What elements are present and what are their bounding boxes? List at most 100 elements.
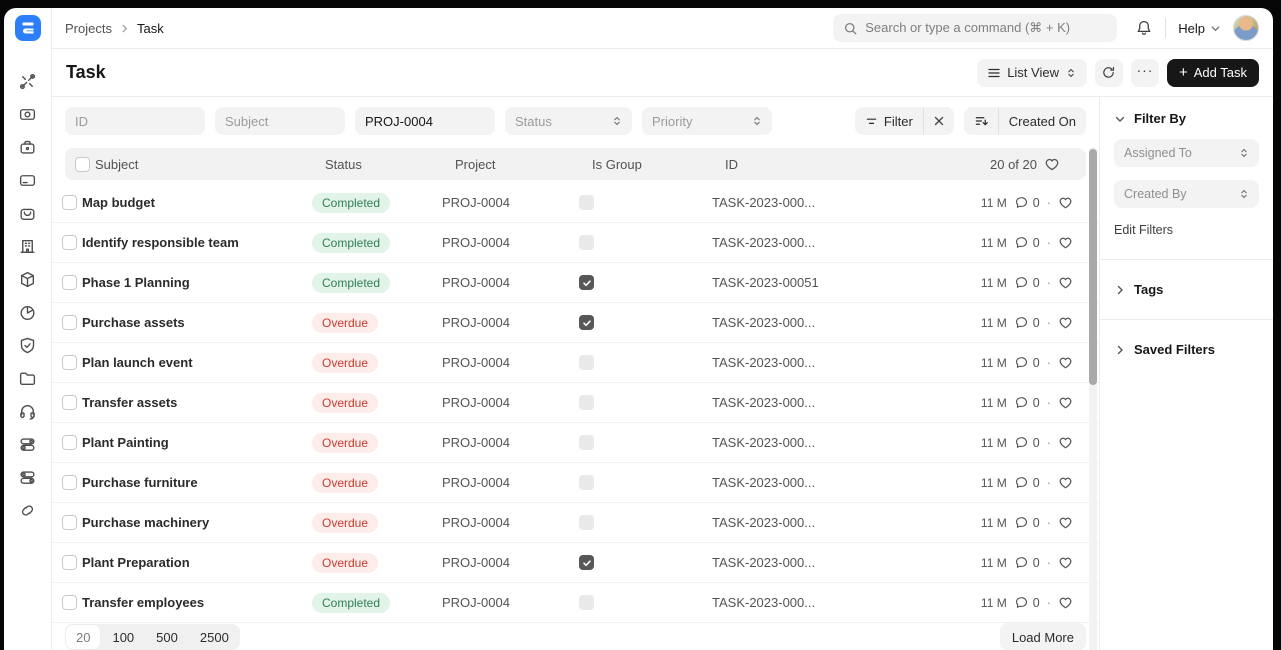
headset-icon[interactable] [18,402,38,422]
toggles-alt-icon[interactable] [18,468,38,488]
edit-filters-link[interactable]: Edit Filters [1114,223,1259,237]
task-subject[interactable]: Purchase assets [82,315,312,330]
assigned-to-select[interactable]: Assigned To [1114,139,1259,167]
row-checkbox[interactable] [62,595,77,610]
saved-filters-section-toggle[interactable]: Saved Filters [1114,342,1259,357]
subject-filter-input[interactable] [215,107,345,135]
sort-direction-button[interactable] [964,107,998,135]
like-icon[interactable] [1058,195,1073,210]
is-group-checkbox[interactable] [579,395,594,410]
row-checkbox[interactable] [62,555,77,570]
is-group-checkbox[interactable] [579,355,594,370]
like-icon[interactable] [1058,395,1073,410]
page-size-20[interactable]: 20 [65,624,101,650]
is-group-checkbox[interactable] [579,555,594,570]
is-group-checkbox[interactable] [579,315,594,330]
like-icon[interactable] [1058,235,1073,250]
like-icon[interactable] [1058,555,1073,570]
is-group-checkbox[interactable] [579,475,594,490]
row-checkbox[interactable] [62,355,77,370]
building-icon[interactable] [18,237,38,257]
is-group-checkbox[interactable] [579,435,594,450]
page-size-2500[interactable]: 2500 [189,624,240,650]
erpnext-logo-icon[interactable] [15,15,41,41]
user-avatar[interactable] [1233,15,1259,41]
project-filter-input[interactable] [355,107,495,135]
row-checkbox[interactable] [62,275,77,290]
row-checkbox[interactable] [62,395,77,410]
task-row[interactable]: Identify responsible team Completed PROJ… [52,223,1099,263]
status-filter-select[interactable]: Status [505,107,632,135]
page-size-100[interactable]: 100 [101,624,145,650]
task-subject[interactable]: Plant Painting [82,435,312,450]
task-row[interactable]: Transfer employees Completed PROJ-0004 T… [52,583,1099,623]
column-header-subject[interactable]: Subject [95,157,325,172]
help-menu[interactable]: Help [1178,21,1221,36]
priority-filter-select[interactable]: Priority [642,107,772,135]
toggles-icon[interactable] [18,435,38,455]
package-icon[interactable] [18,270,38,290]
like-icon[interactable] [1058,515,1073,530]
favourites-filter-icon[interactable] [1044,156,1060,172]
task-subject[interactable]: Phase 1 Planning [82,275,312,290]
like-icon[interactable] [1058,355,1073,370]
column-header-is-group[interactable]: Is Group [592,157,725,172]
task-row[interactable]: Phase 1 Planning Completed PROJ-0004 TAS… [52,263,1099,303]
task-subject[interactable]: Identify responsible team [82,235,312,250]
page-size-500[interactable]: 500 [145,624,189,650]
view-selector-button[interactable]: List View [977,59,1087,87]
breadcrumb-task[interactable]: Task [137,21,164,36]
row-checkbox[interactable] [62,515,77,530]
task-subject[interactable]: Purchase furniture [82,475,312,490]
tags-section-toggle[interactable]: Tags [1114,282,1259,297]
add-task-button[interactable]: + Add Task [1167,59,1259,87]
task-row[interactable]: Map budget Completed PROJ-0004 TASK-2023… [52,183,1099,223]
column-header-id[interactable]: ID [725,157,896,172]
shopping-bag-icon[interactable] [18,204,38,224]
money-view-icon[interactable] [18,105,38,125]
column-header-status[interactable]: Status [325,157,455,172]
pie-chart-icon[interactable] [18,303,38,323]
task-row[interactable]: Plant Painting Overdue PROJ-0004 TASK-20… [52,423,1099,463]
is-group-checkbox[interactable] [579,515,594,530]
folder-icon[interactable] [18,369,38,389]
filter-button[interactable]: Filter [855,107,923,135]
row-checkbox[interactable] [62,315,77,330]
row-checkbox[interactable] [62,235,77,250]
task-subject[interactable]: Purchase machinery [82,515,312,530]
like-icon[interactable] [1058,595,1073,610]
task-subject[interactable]: Transfer employees [82,595,312,610]
tools-icon[interactable] [18,72,38,92]
row-checkbox[interactable] [62,435,77,450]
task-subject[interactable]: Plant Preparation [82,555,312,570]
task-row[interactable]: Purchase assets Overdue PROJ-0004 TASK-2… [52,303,1099,343]
task-row[interactable]: Purchase furniture Overdue PROJ-0004 TAS… [52,463,1099,503]
filter-by-section-toggle[interactable]: Filter By [1114,111,1259,126]
select-all-checkbox[interactable] [75,157,90,172]
task-subject[interactable]: Plan launch event [82,355,312,370]
task-row[interactable]: Purchase machinery Overdue PROJ-0004 TAS… [52,503,1099,543]
is-group-checkbox[interactable] [579,275,594,290]
shield-check-icon[interactable] [18,336,38,356]
column-header-project[interactable]: Project [455,157,592,172]
like-icon[interactable] [1058,315,1073,330]
like-icon[interactable] [1058,475,1073,490]
like-icon[interactable] [1058,275,1073,290]
task-subject[interactable]: Map budget [82,195,312,210]
id-filter-input[interactable] [65,107,205,135]
scrollbar-thumb[interactable] [1089,149,1097,385]
is-group-checkbox[interactable] [579,195,594,210]
like-icon[interactable] [1058,435,1073,450]
briefcase-icon[interactable] [18,138,38,158]
notifications-bell-icon[interactable] [1135,19,1153,37]
plug-icon[interactable] [18,501,38,521]
global-search-input[interactable]: Search or type a command (⌘ + K) [833,14,1117,42]
task-row[interactable]: Plant Preparation Overdue PROJ-0004 TASK… [52,543,1099,583]
breadcrumb-projects[interactable]: Projects [65,21,112,36]
row-checkbox[interactable] [62,195,77,210]
card-icon[interactable] [18,171,38,191]
is-group-checkbox[interactable] [579,595,594,610]
refresh-button[interactable] [1095,59,1123,87]
task-subject[interactable]: Transfer assets [82,395,312,410]
row-checkbox[interactable] [62,475,77,490]
